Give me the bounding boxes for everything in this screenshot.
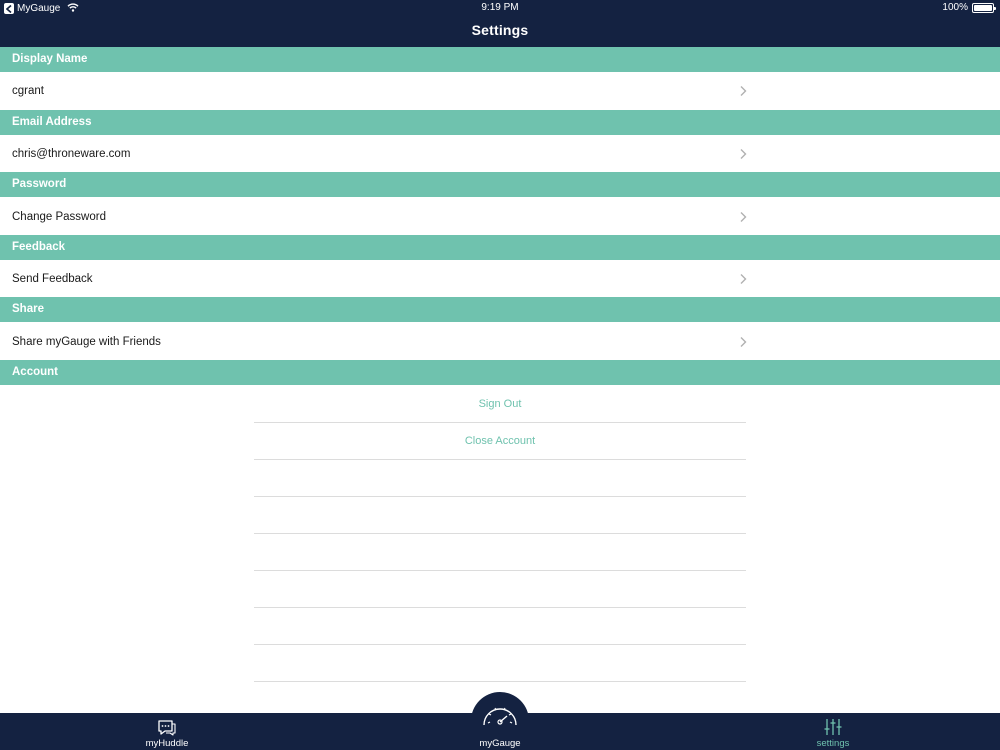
empty-row — [254, 497, 746, 534]
tab-label: settings — [816, 738, 850, 749]
battery-status: 100% — [942, 2, 996, 14]
section-header-display-name: Display Name — [0, 47, 1000, 72]
chevron-right-icon — [740, 149, 747, 159]
chevron-right-icon — [740, 86, 747, 96]
empty-row — [254, 608, 746, 645]
email-value: chris@throneware.com — [12, 148, 131, 160]
battery-icon — [972, 3, 996, 13]
empty-row — [254, 645, 746, 682]
section-header-account: Account — [0, 360, 1000, 385]
chevron-right-icon — [740, 212, 747, 222]
empty-row — [254, 571, 746, 608]
battery-percent: 100% — [942, 2, 968, 13]
section-header-share: Share — [0, 297, 1000, 322]
section-header-email: Email Address — [0, 110, 1000, 135]
chevron-right-icon — [740, 274, 747, 284]
empty-row — [254, 460, 746, 497]
tab-bar: myHuddle myGauge settings — [0, 707, 1000, 750]
chat-icon — [158, 720, 176, 736]
status-time: 9:19 PM — [481, 2, 519, 13]
top-bar: MyGauge 9:19 PM 100% Settings — [0, 0, 1000, 47]
row-share-with-friends[interactable]: Share myGauge with Friends — [0, 323, 1000, 361]
sliders-icon — [824, 719, 842, 735]
tab-mygauge[interactable]: myGauge — [440, 707, 560, 750]
page-title: Settings — [471, 22, 529, 38]
share-label: Share myGauge with Friends — [12, 336, 161, 348]
row-display-name[interactable]: cgrant — [0, 72, 1000, 110]
tab-myhuddle[interactable]: myHuddle — [107, 713, 227, 750]
send-feedback-label: Send Feedback — [12, 273, 93, 285]
tab-label: myHuddle — [145, 738, 189, 749]
gauge-icon — [483, 707, 517, 726]
display-name-value: cgrant — [12, 85, 44, 97]
change-password-label: Change Password — [12, 211, 106, 223]
row-email-address[interactable]: chris@throneware.com — [0, 135, 1000, 173]
section-header-feedback: Feedback — [0, 235, 1000, 260]
row-change-password[interactable]: Change Password — [0, 198, 1000, 236]
tab-settings[interactable]: settings — [773, 713, 893, 750]
account-list: Sign Out Close Account — [254, 386, 746, 713]
row-send-feedback[interactable]: Send Feedback — [0, 260, 1000, 298]
close-account-button[interactable]: Close Account — [254, 423, 746, 460]
tab-label: myGauge — [479, 738, 521, 749]
empty-row — [254, 534, 746, 571]
chevron-right-icon — [740, 337, 747, 347]
section-header-password: Password — [0, 172, 1000, 197]
sign-out-button[interactable]: Sign Out — [254, 386, 746, 423]
